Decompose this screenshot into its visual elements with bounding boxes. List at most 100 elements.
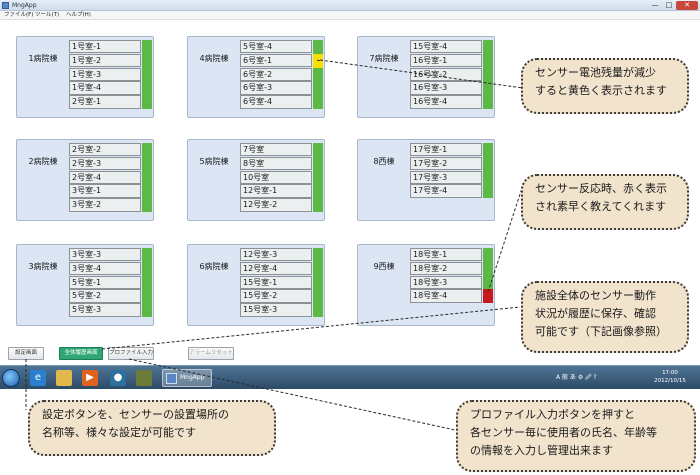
room-cell[interactable]: 5号室-3 (69, 303, 141, 317)
callout-history-line: 可能です（下記画像参照） (535, 325, 667, 338)
room-cell[interactable]: 1号室-1 (69, 40, 141, 54)
settings-button[interactable]: 設定画面 (8, 347, 44, 360)
close-button[interactable]: ✕ (676, 1, 698, 10)
room-cell[interactable]: 16号室-4 (410, 95, 482, 109)
stage: MngApp — □ ✕ ファイル(F) ツール(T) ヘルプ(H) 1病院棟 1… (0, 0, 700, 475)
overview-history-button[interactable]: 全体履歴画面 (59, 347, 103, 360)
room-cell[interactable]: 18号室-2 (410, 261, 482, 276)
menu-bar: ファイル(F) ツール(T) ヘルプ(H) (0, 11, 700, 20)
callout-settings: 設定ボタンを、センサーの設置場所の 名称等、様々な設定が可能です (28, 400, 276, 456)
sensor-status-normal (313, 248, 323, 262)
room-cell[interactable]: 12号室-1 (240, 184, 312, 198)
menu-file[interactable]: ファイル(F) (4, 11, 33, 20)
room-list: 18号室-1 18号室-2 18号室-3 18号室-4 (410, 248, 482, 303)
room-cell[interactable]: 17号室-4 (410, 184, 482, 198)
room-cell[interactable]: 3号室-2 (69, 198, 141, 212)
ward-name: 3病院棟 (28, 262, 58, 271)
sensor-status-low-battery (313, 53, 323, 68)
room-cell[interactable]: 12号室-4 (240, 261, 312, 276)
sensor-status-normal (313, 81, 323, 96)
room-cell[interactable]: 18号室-1 (410, 248, 482, 262)
room-cell[interactable]: 6号室-1 (240, 53, 312, 68)
room-cell[interactable]: 3号室-1 (69, 184, 141, 198)
menu-tools[interactable]: ツール(T) (35, 11, 59, 20)
room-cell[interactable]: 17号室-2 (410, 156, 482, 171)
sensor-status-bar (483, 248, 493, 304)
ward-panel: 4病院棟 5号室-4 6号室-1 6号室-2 6号室-3 6号室-4 (187, 36, 325, 118)
clock[interactable]: 17:00 2012/10/15 (644, 369, 696, 385)
sensor-status-bar (483, 40, 493, 109)
room-cell[interactable]: 16号室-2 (410, 67, 482, 81)
room-cell[interactable]: 6号室-3 (240, 81, 312, 95)
sensor-status-normal (313, 170, 323, 185)
sensor-status-normal (483, 184, 493, 199)
room-cell[interactable]: 17号室-1 (410, 143, 482, 157)
minimize-button[interactable]: — (648, 1, 662, 10)
room-cell[interactable]: 16号室-1 (410, 53, 482, 68)
callout-profile: プロファイル入力ボタンを押すと 各センサー毎に使用者の氏名、年齢等 の情報を入力… (456, 400, 696, 472)
room-cell[interactable]: 15号室-1 (240, 275, 312, 289)
room-cell[interactable]: 15号室-2 (240, 289, 312, 303)
app-shortcut-icon[interactable] (136, 370, 152, 386)
room-cell[interactable]: 3号室-3 (69, 248, 141, 262)
maximize-button[interactable]: □ (662, 1, 676, 10)
room-cell[interactable]: 5号室-1 (69, 275, 141, 289)
room-cell[interactable]: 15号室-3 (240, 303, 312, 317)
callout-battery: センサー電池残量が減少 すると黄色く表示されます (521, 58, 689, 114)
room-cell[interactable]: 6号室-2 (240, 67, 312, 81)
sensor-status-normal (313, 143, 323, 157)
sensor-status-normal (313, 198, 323, 212)
room-cell[interactable]: 8号室 (240, 156, 312, 171)
sensor-status-normal (313, 289, 323, 304)
room-cell[interactable]: 1号室-2 (69, 53, 141, 68)
callout-history: 施設全体のセンサー動作 状況が履歴に保存、確認 可能です（下記画像参照） (521, 281, 689, 353)
alarm-reset-button[interactable]: アラームリセット (188, 347, 234, 360)
room-cell[interactable]: 5号室-4 (240, 40, 312, 54)
sensor-status-normal (142, 303, 152, 317)
room-cell[interactable]: 1号室-4 (69, 81, 141, 95)
room-cell[interactable]: 2号室-4 (69, 170, 141, 184)
media-player-icon[interactable]: ▶ (82, 370, 98, 386)
start-orb-icon[interactable] (2, 369, 20, 387)
room-cell[interactable]: 3号室-4 (69, 261, 141, 276)
room-cell[interactable]: 15号室-4 (410, 40, 482, 54)
callout-history-line: 状況が履歴に保存、確認 (535, 307, 656, 320)
taskbar-app-button[interactable]: MngApp (162, 369, 212, 387)
room-cell[interactable]: 1号室-3 (69, 67, 141, 81)
sensor-status-normal (313, 67, 323, 82)
room-cell[interactable]: 12号室-2 (240, 198, 312, 212)
room-cell[interactable]: 5号室-2 (69, 289, 141, 303)
ward-name: 2病院棟 (28, 157, 58, 166)
sensor-status-normal (313, 156, 323, 171)
room-cell[interactable]: 6号室-4 (240, 95, 312, 109)
taskbar-app-label: MngApp (180, 374, 205, 381)
sensor-status-normal (483, 53, 493, 68)
ie-icon[interactable]: e (30, 370, 46, 386)
sensor-status-normal (483, 81, 493, 96)
room-cell[interactable]: 16号室-3 (410, 81, 482, 95)
system-tray[interactable]: A 般 あ ⚙ 🖉 ? (556, 372, 597, 396)
room-cell[interactable]: 18号室-3 (410, 275, 482, 289)
explorer-folder-icon[interactable] (56, 370, 72, 386)
ward-name: 9西棟 (373, 262, 395, 271)
room-cell[interactable]: 2号室-1 (69, 95, 141, 109)
callout-profile-line: プロファイル入力ボタンを押すと (470, 408, 635, 421)
callout-settings-line: 設定ボタンを、センサーの設置場所の (42, 408, 229, 421)
profile-input-button[interactable]: プロファイル入力 (108, 347, 154, 360)
room-cell[interactable]: 7号室 (240, 143, 312, 157)
room-cell[interactable]: 18号室-4 (410, 289, 482, 303)
sensor-status-normal (483, 248, 493, 262)
room-cell[interactable]: 10号室 (240, 170, 312, 184)
room-cell[interactable]: 2号室-3 (69, 156, 141, 171)
sensor-status-normal (142, 81, 152, 96)
room-cell[interactable]: 2号室-2 (69, 143, 141, 157)
room-list: 15号室-4 16号室-1 16号室-2 16号室-3 16号室-4 (410, 40, 482, 109)
menu-help[interactable]: ヘルプ(H) (66, 11, 91, 20)
room-cell[interactable]: 17号室-3 (410, 170, 482, 184)
callout-battery-line: すると黄色く表示されます (535, 84, 667, 97)
room-cell[interactable]: 12号室-3 (240, 248, 312, 262)
sensor-status-normal (483, 261, 493, 276)
hp-icon[interactable]: ● (110, 370, 126, 386)
sensor-status-normal (483, 67, 493, 82)
sensor-status-normal (483, 95, 493, 109)
